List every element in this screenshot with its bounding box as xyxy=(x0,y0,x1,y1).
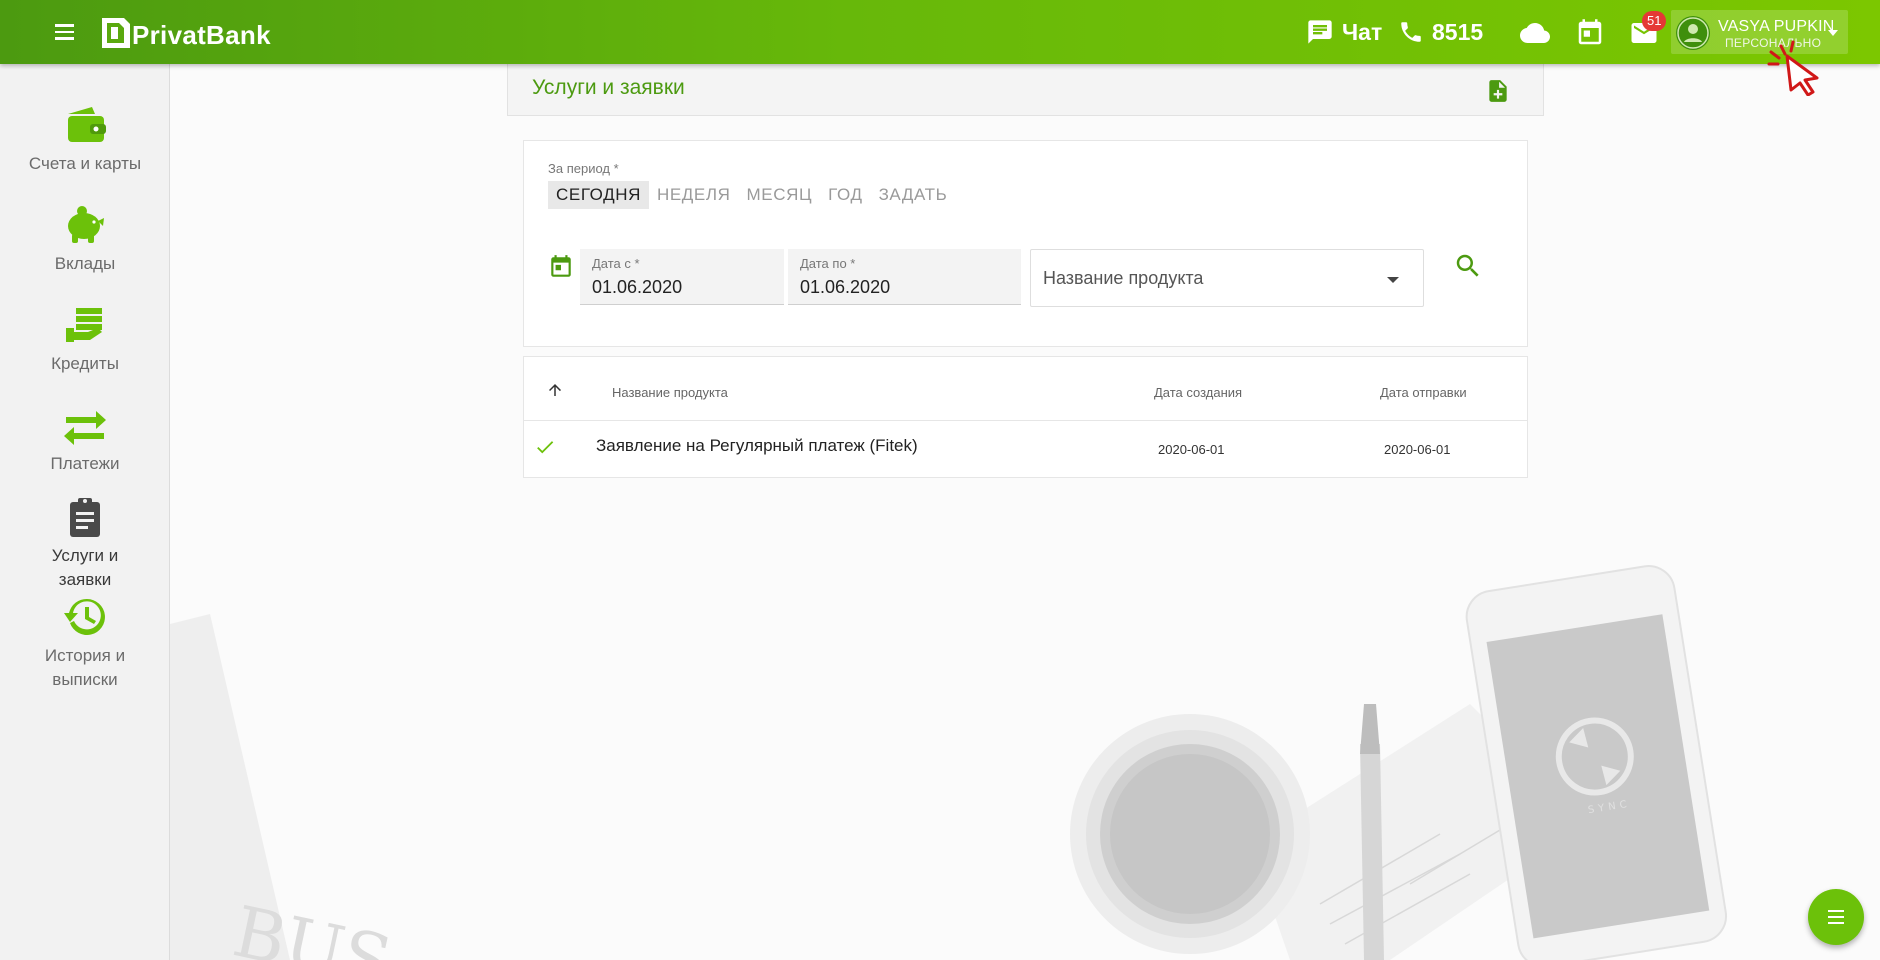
calendar-icon xyxy=(1578,19,1602,45)
sidebar-item-label: заявки xyxy=(58,570,112,589)
row-product-name: Заявление на Регулярный платеж (Fitek) xyxy=(596,436,918,455)
mail-count-badge: 51 xyxy=(1642,11,1667,31)
calendar-button[interactable] xyxy=(1575,18,1605,48)
period-year[interactable]: ГОД xyxy=(820,181,870,209)
column-header-product-name[interactable]: Название продукта xyxy=(612,385,728,400)
page-title: Услуги и заявки xyxy=(532,76,685,99)
chevron-down-icon xyxy=(1387,277,1399,283)
cloud-icon xyxy=(1520,23,1550,43)
date-to-field[interactable]: Дата по * 01.06.2020 xyxy=(788,249,1021,305)
brand-name: PrivatBank xyxy=(132,20,271,50)
transfer-arrows-icon xyxy=(62,404,108,446)
period-custom[interactable]: ЗАДАТЬ xyxy=(871,181,956,209)
sort-arrow-up-icon[interactable] xyxy=(546,381,564,399)
avatar xyxy=(1676,16,1710,50)
date-from-value: 01.06.2020 xyxy=(592,277,683,297)
table-header: Название продукта Дата создания Дата отп… xyxy=(524,357,1527,421)
date-from-field[interactable]: Дата с * 01.06.2020 xyxy=(580,249,784,305)
menu-line xyxy=(54,30,74,33)
requests-table: Название продукта Дата создания Дата отп… xyxy=(523,356,1528,478)
sidebar: Счета и карты Вклады Кредиты Платежи Усл… xyxy=(0,64,170,960)
row-created-date: 2020-06-01 xyxy=(1158,442,1225,457)
period-week[interactable]: НЕДЕЛЯ xyxy=(649,181,739,209)
sidebar-item-deposits[interactable]: Вклады xyxy=(0,204,170,276)
wallet-icon xyxy=(62,104,108,146)
date-to-value: 01.06.2020 xyxy=(800,277,891,297)
sidebar-item-label: Кредиты xyxy=(51,354,119,373)
period-month[interactable]: МЕСЯЦ xyxy=(739,181,821,209)
chat-icon xyxy=(1308,20,1332,44)
fab-menu-line xyxy=(1828,922,1844,924)
date-from-label: Дата с * xyxy=(592,256,640,271)
search-icon[interactable] xyxy=(1453,251,1483,281)
page-header: Услуги и заявки xyxy=(507,64,1544,116)
sidebar-item-credits[interactable]: Кредиты xyxy=(0,304,170,376)
phone-button[interactable]: 8515 xyxy=(1398,16,1483,48)
product-select-placeholder: Название продукта xyxy=(1043,268,1204,288)
menu-line xyxy=(54,37,74,40)
phone-number: 8515 xyxy=(1432,18,1484,45)
period-selector: СЕГОДНЯ НЕДЕЛЯ МЕСЯЦ ГОД ЗАДАТЬ xyxy=(548,181,955,209)
privatbank-logo-icon xyxy=(102,18,130,48)
chat-button[interactable]: Чат xyxy=(1306,16,1382,48)
add-document-icon[interactable] xyxy=(1485,78,1511,104)
credit-hand-icon xyxy=(62,304,108,346)
period-label: За период * xyxy=(548,161,619,176)
hamburger-menu-button[interactable] xyxy=(50,20,78,44)
chat-label: Чат xyxy=(1342,18,1383,45)
column-header-sent-date[interactable]: Дата отправки xyxy=(1380,385,1467,400)
chevron-down-icon xyxy=(1828,30,1838,36)
sidebar-item-label: Счета и карты xyxy=(28,154,142,173)
sidebar-item-label: выписки xyxy=(52,670,118,689)
svg-text:BUS: BUS xyxy=(226,890,398,960)
row-sent-date: 2020-06-01 xyxy=(1384,442,1451,457)
filter-panel: За период * СЕГОДНЯ НЕДЕЛЯ МЕСЯЦ ГОД ЗАД… xyxy=(523,140,1528,347)
mouse-cursor-icon xyxy=(1767,40,1819,96)
date-to-label: Дата по * xyxy=(800,256,856,271)
sidebar-item-label: Вклады xyxy=(54,254,116,273)
fab-menu-line xyxy=(1828,916,1844,918)
table-row[interactable]: Заявление на Регулярный платеж (Fitek) 2… xyxy=(524,422,1527,478)
check-icon xyxy=(537,441,554,454)
menu-line xyxy=(54,24,74,27)
fab-menu-line xyxy=(1828,910,1844,912)
sidebar-item-services[interactable]: Услуги и заявки xyxy=(0,496,170,592)
phone-icon xyxy=(1401,22,1421,42)
privatbank-logo[interactable]: PrivatBank xyxy=(102,16,271,48)
top-header: PrivatBank Чат 8515 51 VASYA PUPKIN ПЕРС… xyxy=(0,0,1880,64)
product-name-select[interactable]: Название продукта xyxy=(1030,249,1424,307)
user-avatar-icon xyxy=(1676,16,1710,50)
history-icon xyxy=(62,596,108,638)
period-today[interactable]: СЕГОДНЯ xyxy=(548,181,649,209)
sidebar-item-label: Платежи xyxy=(50,454,120,473)
sidebar-item-payments[interactable]: Платежи xyxy=(0,404,170,476)
sidebar-item-label: История и xyxy=(44,646,126,665)
date-picker-calendar-icon[interactable] xyxy=(548,253,574,281)
floating-menu-button[interactable] xyxy=(1808,889,1864,945)
piggy-bank-icon xyxy=(62,204,108,246)
sidebar-item-history[interactable]: История и выписки xyxy=(0,596,170,692)
clipboard-icon xyxy=(62,496,108,538)
sidebar-item-label: Услуги и xyxy=(51,546,119,565)
column-header-created-date[interactable]: Дата создания xyxy=(1154,385,1242,400)
sidebar-item-accounts[interactable]: Счета и карты xyxy=(0,104,170,176)
user-name: VASYA PUPKIN xyxy=(1718,18,1835,35)
cloud-button[interactable] xyxy=(1520,18,1550,48)
